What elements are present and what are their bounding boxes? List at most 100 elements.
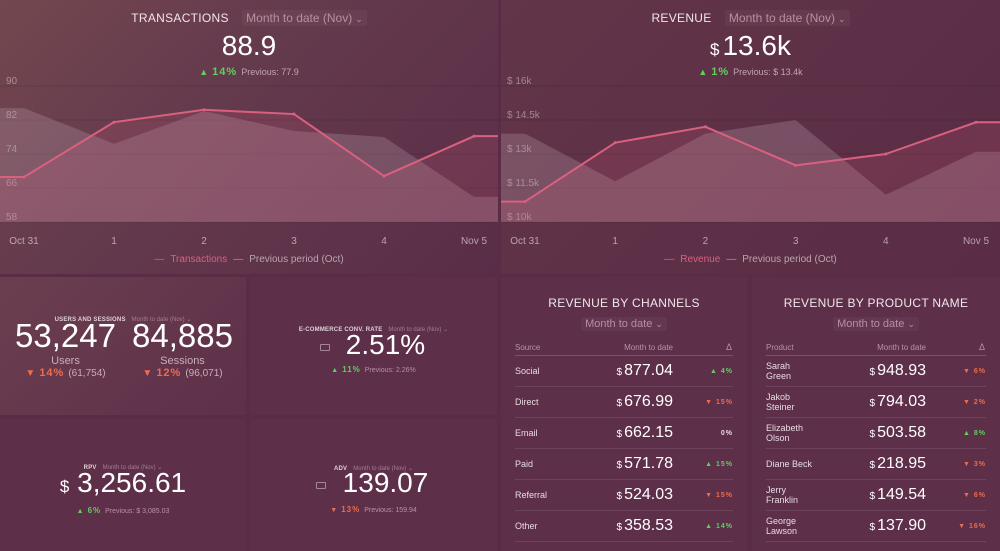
sessions-change: 12% (156, 367, 182, 379)
period-label: Month to date (Nov) (246, 11, 353, 25)
currency-symbol: $ (616, 522, 623, 533)
legend-previous[interactable]: Previous period (Oct) (742, 254, 836, 265)
main-value: 2.51% (345, 329, 426, 360)
up-arrow-icon: ▲ (331, 367, 339, 374)
currency-symbol: $ (869, 522, 876, 533)
currency-symbol: $ (616, 460, 623, 471)
period-label: Month to date (Nov) (728, 11, 835, 25)
table-header: Product Month to date Δ (766, 339, 986, 356)
row-change: 2% (973, 398, 986, 406)
rpv-widget: RPV Month to date (Nov) ⌄ $ 3,256.61 ▲ 6% P… (0, 419, 246, 551)
currency-symbol: $ (869, 491, 876, 502)
sessions-label: Sessions (160, 355, 205, 367)
table-row[interactable]: Direct $676.99 ▼ 15% (515, 387, 733, 418)
table-row[interactable]: Diane Beck $218.95 ▼ 3% (766, 449, 986, 480)
change-percent: 6% (87, 506, 102, 515)
data-point (472, 134, 476, 138)
row-change: 3% (973, 460, 986, 468)
change-percent: 14% (212, 66, 238, 78)
table-row[interactable]: Social $877.04 ▲ 4% (515, 356, 733, 387)
table-row[interactable]: Referral $524.03 ▼ 15% (515, 480, 733, 511)
up-arrow-icon: ▲ (199, 67, 209, 77)
period-dropdown[interactable]: Month to date (Nov) ⌄ (724, 10, 850, 26)
period-dropdown[interactable]: Month to date ⌄ (833, 317, 919, 331)
row-change: 14% (715, 522, 733, 530)
up-arrow-icon: ▲ (963, 429, 974, 437)
down-arrow-icon: ▼ (963, 460, 974, 468)
widget-title: REVENUE BY PRODUCT NAME (783, 296, 969, 310)
row-change: 0% (720, 429, 733, 437)
up-arrow-icon: ▲ (705, 522, 716, 530)
main-value: 3,256.61 (77, 467, 187, 498)
data-point (613, 141, 617, 145)
row-change: 6% (973, 491, 986, 499)
row-value: 676.99 (624, 393, 673, 410)
table-header: Source Month to date Δ (515, 339, 733, 356)
up-arrow-icon: ▲ (76, 508, 84, 515)
row-label: Social (515, 366, 540, 376)
legend-swatch-previous: — (726, 254, 737, 265)
period-dropdown[interactable]: Month to date (Nov) ⌄ (242, 10, 367, 26)
period-label: Month to date (837, 318, 905, 330)
legend-previous[interactable]: Previous period (Oct) (249, 254, 343, 265)
x-tick-label: 4 (883, 236, 889, 247)
table-row[interactable]: George Lawson $137.90 ▼ 16% (766, 511, 986, 542)
column-header[interactable]: Δ (926, 342, 986, 352)
row-label: Paid (515, 459, 534, 469)
revenue-widget: $ 16k$ 14.5k$ 13k$ 11.5k$ 10kOct 311234N… (501, 0, 1000, 274)
x-tick-label: 2 (201, 236, 207, 247)
previous-value: Previous: 159.94 (364, 507, 417, 514)
x-tick-label: Nov 5 (963, 236, 990, 247)
legend-current[interactable]: Revenue (680, 254, 720, 265)
chevron-down-icon: ⌄ (907, 319, 915, 329)
down-arrow-icon: ▼ (25, 368, 36, 379)
revenue-by-product-widget: REVENUE BY PRODUCT NAME Month to date ⌄ P… (752, 277, 1000, 551)
row-change: 15% (715, 398, 733, 406)
widget-title: REVENUE (651, 11, 712, 25)
chevron-down-icon: ⌄ (837, 14, 846, 24)
x-tick-label: Oct 31 (9, 236, 39, 247)
row-value: 524.03 (624, 486, 673, 503)
column-header[interactable]: Δ (673, 342, 733, 352)
legend-swatch-previous: — (233, 254, 244, 265)
legend-current[interactable]: Transactions (170, 254, 227, 265)
column-header[interactable]: Month to date (563, 343, 673, 352)
row-change: 6% (973, 367, 986, 375)
row-change: 8% (973, 429, 986, 437)
table-row[interactable]: Elizabeth Olson $503.58 ▲ 8% (766, 418, 986, 449)
column-header[interactable]: Source (515, 343, 563, 352)
table-row[interactable]: Sarah Green $948.93 ▼ 6% (766, 356, 986, 387)
row-value: 218.95 (877, 455, 926, 472)
row-label: Jakob Steiner (766, 392, 795, 412)
down-arrow-icon: ▼ (705, 491, 716, 499)
x-tick-label: 3 (793, 236, 799, 247)
row-value: 948.93 (877, 362, 926, 379)
table-row[interactable]: Other $358.53 ▲ 14% (515, 511, 733, 542)
table-row[interactable]: Paid $571.78 ▲ 15% (515, 449, 733, 480)
widget-title: REVENUE BY CHANNELS (548, 296, 700, 310)
row-change: 4% (720, 367, 733, 375)
chevron-down-icon: ⌄ (655, 319, 663, 329)
table-row[interactable]: Email $662.15 0% (515, 418, 733, 449)
sessions-previous: (96,071) (185, 368, 223, 379)
row-label: George Lawson (766, 516, 798, 536)
row-value: 662.15 (624, 424, 673, 441)
column-header[interactable]: Month to date (816, 343, 926, 352)
column-header[interactable]: Product (766, 343, 816, 352)
users-previous: (61,754) (68, 368, 106, 379)
row-label: Sarah Green (766, 361, 792, 381)
data-point (292, 112, 296, 116)
table-row[interactable]: Jakob Steiner $794.03 ▼ 2% (766, 387, 986, 418)
currency-symbol: $ (869, 460, 876, 471)
table-row[interactable]: Jerry Franklin $149.54 ▼ 6% (766, 480, 986, 511)
row-label: Email (515, 428, 538, 438)
row-value: 503.58 (877, 424, 926, 441)
row-change: 15% (715, 460, 733, 468)
x-tick-label: 1 (111, 236, 117, 247)
users-change: 14% (39, 367, 65, 379)
period-dropdown[interactable]: Month to date ⌄ (581, 317, 667, 331)
adv-widget: ADV Month to date (Nov) ⌄ 139.07 ▼ 13% Prev… (250, 419, 497, 551)
row-label: Jerry Franklin (766, 485, 799, 505)
row-label: Elizabeth Olson (766, 423, 804, 443)
change-percent: 1% (711, 66, 730, 78)
